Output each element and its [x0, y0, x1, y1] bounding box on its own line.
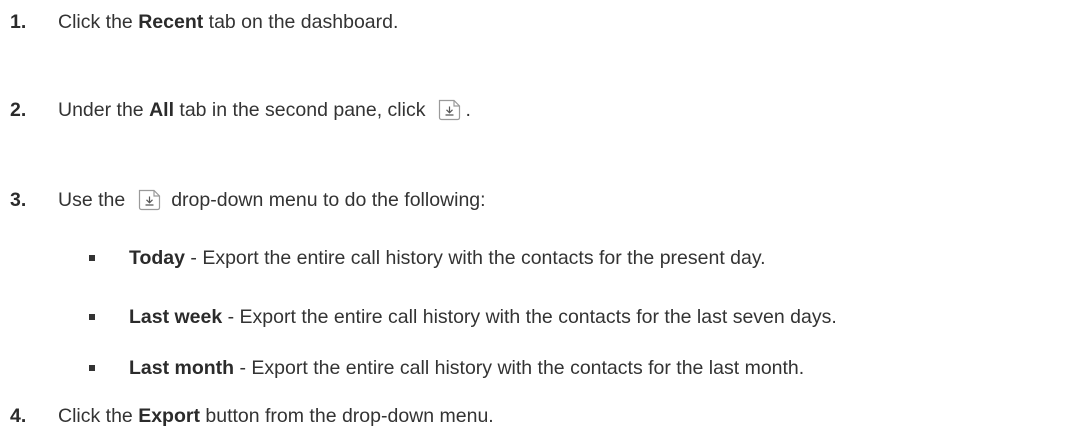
- option-term: Today: [129, 247, 185, 269]
- export-download-icon: [135, 188, 163, 212]
- step-4: 4. Click the Export button from the drop…: [10, 404, 494, 428]
- step-text-pre: Click the: [58, 11, 139, 33]
- step-text-post: tab in the second pane, click: [173, 99, 426, 121]
- list-item-today: Today - Export the entire call history w…: [89, 246, 766, 270]
- step-text-post: drop-down menu to do the following:: [171, 189, 486, 211]
- step-text-pre: Use the: [58, 189, 126, 211]
- option-desc: - Export the entire call history with th…: [222, 306, 837, 328]
- step-2: 2. Under the All tab in the second pane,…: [10, 98, 471, 122]
- option-term: Last month: [129, 357, 235, 379]
- step-3: 3. Use the drop-down menu to do the foll…: [10, 188, 486, 212]
- step-text-after-icon: .: [465, 99, 471, 121]
- bullet-marker: [89, 255, 95, 261]
- step-text-pre: Click the: [58, 405, 139, 427]
- step-number: 4.: [10, 405, 27, 427]
- step-number: 3.: [10, 189, 27, 211]
- export-download-icon: [435, 98, 463, 122]
- step-1: 1. Click the Recent tab on the dashboard…: [10, 10, 398, 34]
- option-desc: - Export the entire call history with th…: [184, 247, 766, 269]
- bullet-marker: [89, 314, 95, 320]
- list-item-last-month: Last month - Export the entire call hist…: [89, 356, 804, 380]
- step-text-pre: Under the: [58, 99, 150, 121]
- bullet-marker: [89, 365, 95, 371]
- step-bold-term: All: [149, 99, 174, 121]
- option-term: Last week: [129, 306, 223, 328]
- step-text-post: tab on the dashboard.: [203, 11, 399, 33]
- step-number: 1.: [10, 11, 27, 33]
- step-number: 2.: [10, 99, 27, 121]
- step-bold-term: Export: [138, 405, 200, 427]
- list-item-last-week: Last week - Export the entire call histo…: [89, 305, 837, 329]
- step-bold-term: Recent: [138, 11, 204, 33]
- option-desc: - Export the entire call history with th…: [234, 357, 805, 379]
- step-text-post: button from the drop-down menu.: [199, 405, 494, 427]
